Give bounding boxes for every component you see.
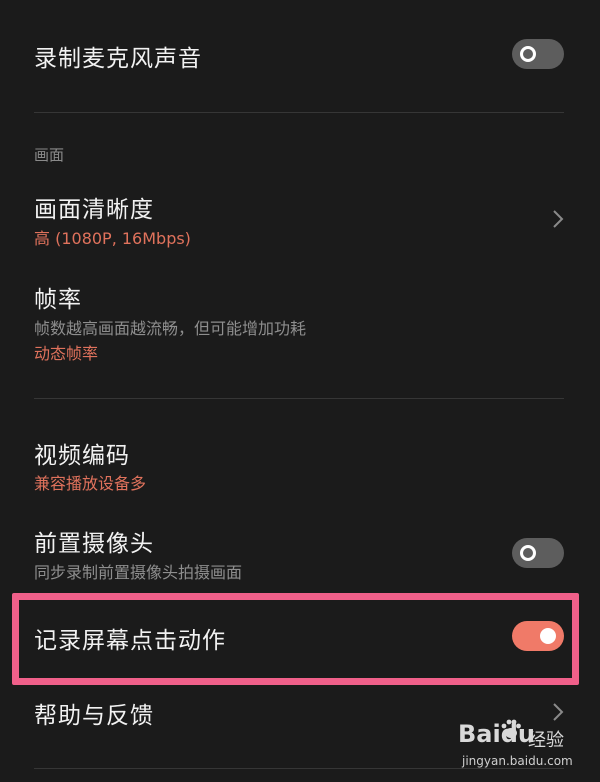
front-camera-toggle[interactable]: [512, 538, 564, 568]
setting-video-codec[interactable]: 视频编码 兼容播放设备多: [0, 434, 600, 494]
record-mic-toggle[interactable]: [512, 39, 564, 69]
help-title: 帮助与反馈: [34, 703, 154, 729]
setting-frame-rate[interactable]: 帧率 帧数越高画面越流畅，但可能增加功耗 动态帧率: [0, 278, 600, 364]
section-header-picture: 画面: [34, 146, 65, 164]
divider: [34, 112, 564, 113]
video-codec-value: 兼容播放设备多: [34, 474, 147, 493]
record-mic-title: 录制麦克风声音: [34, 46, 202, 72]
highlight-box: [12, 593, 579, 685]
frame-rate-description: 帧数越高画面越流畅，但可能增加功耗: [34, 319, 307, 338]
baidu-jingyan-watermark: Baidu 经验 jingyan.baidu.com: [458, 718, 578, 774]
paw-icon: [501, 719, 521, 738]
resolution-value: 高 (1080P, 16Mbps): [34, 229, 191, 248]
setting-front-camera[interactable]: 前置摄像头 同步录制前置摄像头拍摄画面: [0, 522, 600, 584]
frame-rate-value: 动态帧率: [34, 344, 99, 363]
jingyan-label: 经验: [528, 730, 564, 751]
baidu-logo: Baidu: [458, 720, 535, 748]
divider: [34, 398, 564, 399]
resolution-title: 画面清晰度: [34, 197, 154, 223]
toggle-knob: [520, 46, 536, 62]
setting-record-mic[interactable]: 录制麦克风声音: [0, 30, 600, 80]
front-camera-description: 同步录制前置摄像头拍摄画面: [34, 563, 243, 582]
video-codec-title: 视频编码: [34, 443, 130, 469]
screen-recorder-settings: 录制麦克风声音 画面 画面清晰度 高 (1080P, 16Mbps) 帧率 帧数…: [0, 0, 600, 782]
chevron-right-icon: [553, 210, 564, 228]
front-camera-title: 前置摄像头: [34, 531, 154, 557]
frame-rate-title: 帧率: [34, 287, 82, 313]
toggle-knob: [520, 545, 536, 561]
setting-resolution[interactable]: 画面清晰度 高 (1080P, 16Mbps): [0, 188, 600, 252]
watermark-url: jingyan.baidu.com: [462, 754, 573, 768]
